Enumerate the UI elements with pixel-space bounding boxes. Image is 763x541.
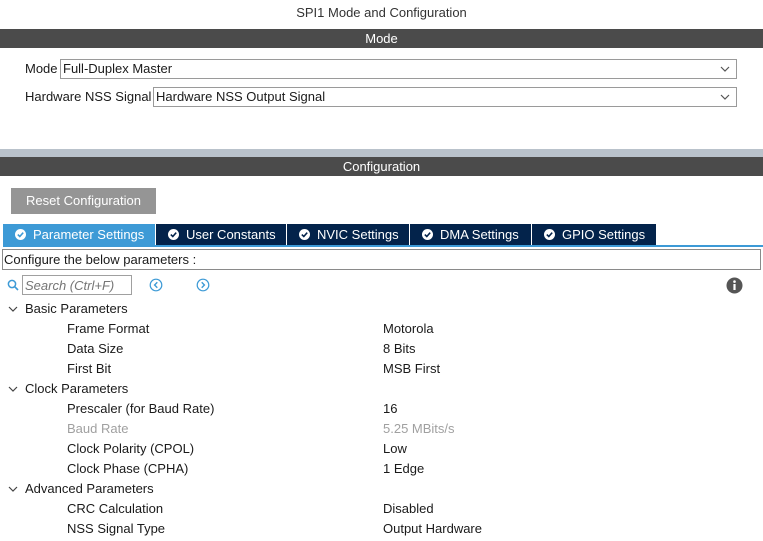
tab-label: GPIO Settings bbox=[562, 227, 646, 242]
param-row[interactable]: CRC Calculation Disabled bbox=[0, 499, 763, 519]
nss-label: Hardware NSS Signal bbox=[25, 89, 152, 104]
nss-select[interactable]: Hardware NSS Output Signal bbox=[153, 87, 737, 107]
param-name: Clock Polarity (CPOL) bbox=[67, 441, 195, 456]
param-row[interactable]: First Bit MSB First bbox=[0, 359, 763, 379]
check-circle-icon bbox=[544, 229, 555, 240]
search-input[interactable] bbox=[22, 275, 132, 295]
param-row[interactable]: Prescaler (for Baud Rate) 16 bbox=[0, 399, 763, 419]
tab-gpio-settings[interactable]: GPIO Settings bbox=[532, 224, 656, 245]
mode-section-header: Mode bbox=[0, 29, 763, 48]
tab-label: NVIC Settings bbox=[317, 227, 399, 242]
group-basic-parameters[interactable]: Basic Parameters bbox=[0, 299, 763, 319]
tab-label: DMA Settings bbox=[440, 227, 519, 242]
param-row[interactable]: Frame Format Motorola bbox=[0, 319, 763, 339]
configure-instructions: Configure the below parameters : bbox=[2, 249, 761, 270]
param-row[interactable]: Data Size 8 Bits bbox=[0, 339, 763, 359]
param-name: Baud Rate bbox=[67, 421, 129, 436]
param-name: Frame Format bbox=[67, 321, 150, 336]
group-advanced-parameters[interactable]: Advanced Parameters bbox=[0, 479, 763, 499]
check-circle-icon bbox=[15, 229, 26, 240]
search-box bbox=[6, 275, 132, 295]
next-arrow-icon[interactable] bbox=[196, 278, 210, 292]
param-name: NSS Signal Type bbox=[67, 521, 166, 536]
tab-label: Parameter Settings bbox=[33, 227, 145, 242]
tab-label: User Constants bbox=[186, 227, 276, 242]
param-value: MSB First bbox=[383, 361, 441, 376]
chevron-down-icon bbox=[720, 94, 730, 100]
check-circle-icon bbox=[422, 229, 433, 240]
group-clock-parameters[interactable]: Clock Parameters bbox=[0, 379, 763, 399]
param-row-disabled: Baud Rate 5.25 MBits/s bbox=[0, 419, 763, 439]
mode-select-value: Full-Duplex Master bbox=[63, 61, 173, 76]
chevron-down-icon bbox=[720, 66, 730, 72]
tab-underline bbox=[3, 245, 763, 247]
param-name: Clock Phase (CPHA) bbox=[67, 461, 189, 476]
configuration-section-header: Configuration bbox=[0, 157, 763, 176]
check-circle-icon bbox=[299, 229, 310, 240]
param-value: Low bbox=[383, 441, 407, 456]
group-label: Advanced Parameters bbox=[25, 481, 154, 496]
info-icon[interactable] bbox=[726, 277, 743, 294]
param-value: 16 bbox=[383, 401, 398, 416]
param-name: Data Size bbox=[67, 341, 124, 356]
nss-select-value: Hardware NSS Output Signal bbox=[156, 89, 326, 104]
chevron-down-icon bbox=[8, 486, 18, 492]
param-name: First Bit bbox=[67, 361, 112, 376]
mode-select[interactable]: Full-Duplex Master bbox=[60, 59, 737, 79]
chevron-down-icon bbox=[8, 306, 18, 312]
param-value: Output Hardware bbox=[383, 521, 482, 536]
param-value: Disabled bbox=[383, 501, 434, 516]
chevron-down-icon bbox=[8, 386, 18, 392]
mode-label: Mode bbox=[25, 61, 58, 76]
group-label: Clock Parameters bbox=[25, 381, 129, 396]
tab-parameter-settings[interactable]: Parameter Settings bbox=[3, 224, 155, 245]
param-value: 5.25 MBits/s bbox=[383, 421, 455, 436]
param-value: Motorola bbox=[383, 321, 434, 336]
param-row[interactable]: Clock Polarity (CPOL) Low bbox=[0, 439, 763, 459]
reset-configuration-button[interactable]: Reset Configuration bbox=[11, 188, 156, 214]
param-name: Prescaler (for Baud Rate) bbox=[67, 401, 215, 416]
window-title: SPI1 Mode and Configuration bbox=[296, 5, 467, 20]
param-value: 8 Bits bbox=[383, 341, 416, 356]
param-value: 1 Edge bbox=[383, 461, 425, 476]
tab-user-constants[interactable]: User Constants bbox=[156, 224, 286, 245]
tab-dma-settings[interactable]: DMA Settings bbox=[410, 224, 531, 245]
check-circle-icon bbox=[168, 229, 179, 240]
previous-arrow-icon[interactable] bbox=[149, 278, 163, 292]
group-label: Basic Parameters bbox=[25, 301, 128, 316]
tab-nvic-settings[interactable]: NVIC Settings bbox=[287, 224, 409, 245]
param-name: CRC Calculation bbox=[67, 501, 164, 516]
param-row[interactable]: Clock Phase (CPHA) 1 Edge bbox=[0, 459, 763, 479]
section-separator bbox=[0, 149, 763, 157]
param-row[interactable]: NSS Signal Type Output Hardware bbox=[0, 519, 763, 539]
search-icon bbox=[7, 279, 19, 291]
